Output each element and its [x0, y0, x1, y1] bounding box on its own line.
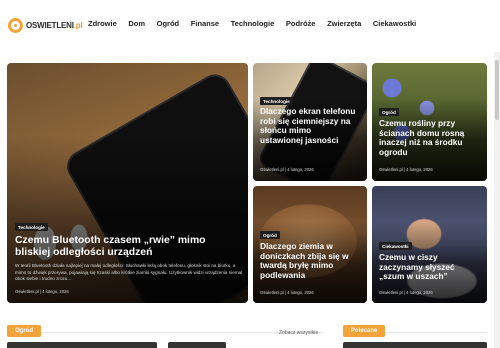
featured-article-title[interactable]: Czemu Bluetooth czasem „rwie” mimo blisk… — [15, 235, 240, 259]
article-card[interactable]: Ciekawostki Czemu w ciszy zaczynamy słys… — [372, 186, 487, 303]
publish-date: 4 lutego, 2026 — [406, 167, 433, 172]
article-title[interactable]: Dlaczego ziemia w doniczkach zbija się w… — [260, 241, 356, 280]
main-nav: Zdrowie Dom Ogród Finanse Technologie Po… — [88, 19, 428, 28]
nav-item-dom[interactable]: Dom — [128, 19, 145, 28]
article-card[interactable]: Ogród Czemu rośliny przy ścianach domu r… — [372, 63, 487, 181]
article-meta: Oswietleni.pl | 4 lutego, 2026 — [379, 167, 433, 172]
article-thumbnail[interactable] — [7, 342, 157, 348]
article-title[interactable]: Dlaczego ekran telefonu robi się ciemnie… — [260, 106, 356, 145]
article-meta: Oswietleni.pl | 4 lutego, 2026 — [260, 167, 314, 172]
category-tag[interactable]: Technologie — [15, 223, 48, 231]
nav-item-zdrowie[interactable]: Zdrowie — [88, 19, 117, 28]
featured-article-meta: Oswietleni.pl | 4 lutego, 2026 — [15, 289, 69, 294]
article-thumbnail[interactable] — [343, 342, 487, 348]
category-tag[interactable]: Ogród — [379, 108, 399, 116]
article-card[interactable]: Technologie Dlaczego ekran telefonu robi… — [253, 63, 367, 181]
publish-date: 4 lutego, 2026 — [406, 290, 433, 295]
article-title[interactable]: Czemu w ciszy zaczynamy słyszeć „szum w … — [379, 252, 481, 282]
article-meta: Oswietleni.pl | 4 lutego, 2026 — [260, 290, 314, 295]
site-logo[interactable]: OSWIETLENI.pl — [8, 14, 83, 36]
logo-text: OSWIETLENI.pl — [26, 20, 83, 30]
author-name[interactable]: Oswietleni.pl — [379, 167, 403, 172]
author-name[interactable]: Oswietleni.pl — [260, 290, 284, 295]
nav-item-ogrod[interactable]: Ogród — [157, 19, 180, 28]
publish-date: 4 lutego, 2026 — [287, 167, 314, 172]
see-all-link[interactable]: Zobacz wszystkie — [279, 330, 318, 336]
article-meta: Oswietleni.pl | 4 lutego, 2026 — [379, 290, 433, 295]
author-name[interactable]: Oswietleni.pl — [15, 289, 39, 294]
nav-item-podroze[interactable]: Podróże — [286, 19, 316, 28]
lightbulb-logo-icon — [8, 17, 23, 33]
featured-article-card[interactable]: Technologie Czemu Bluetooth czasem „rwie… — [7, 63, 248, 303]
nav-item-finanse[interactable]: Finanse — [191, 19, 219, 28]
scrollbar-thumb[interactable] — [495, 60, 499, 120]
article-title[interactable]: Czemu rośliny przy ścianach domu rosną i… — [379, 118, 481, 157]
section-label-ogrod[interactable]: Ogród — [7, 325, 41, 337]
author-name[interactable]: Oswietleni.pl — [260, 167, 284, 172]
category-tag[interactable]: Ciekawostki — [379, 242, 412, 250]
site-header: OSWIETLENI.pl Zdrowie Dom Ogród Finanse … — [0, 0, 500, 52]
author-name[interactable]: Oswietleni.pl — [379, 290, 403, 295]
nav-item-technologie[interactable]: Technologie — [231, 19, 275, 28]
nav-item-zwierzeta[interactable]: Zwierzęta — [327, 19, 361, 28]
article-card[interactable]: Ogród Dlaczego ziemia w doniczkach zbija… — [253, 186, 367, 303]
publish-date: 4 lutego, 2026 — [42, 289, 69, 294]
publish-date: 4 lutego, 2026 — [287, 290, 314, 295]
article-thumbnail[interactable] — [168, 342, 226, 348]
section-label-polecane[interactable]: Polecane — [343, 325, 386, 337]
section-divider — [7, 332, 323, 333]
featured-article-excerpt: W teorii Bluetooth działa najlepiej na m… — [15, 263, 243, 282]
nav-item-ciekawostki[interactable]: Ciekawostki — [373, 19, 416, 28]
category-tag[interactable]: Ogród — [260, 231, 280, 239]
category-tag[interactable]: Technologie — [260, 97, 293, 105]
